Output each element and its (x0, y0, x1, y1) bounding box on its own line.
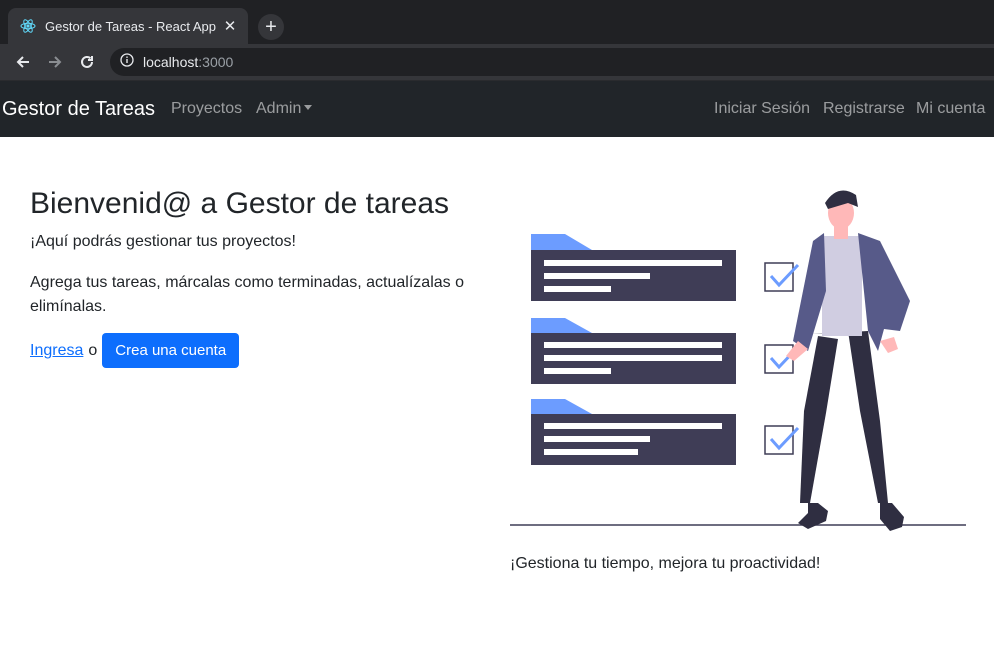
hero-lead: ¡Aquí podrás gestionar tus proyectos! (30, 233, 296, 250)
arrow-right-icon (49, 56, 62, 68)
nav-link-mi-cuenta[interactable]: Mi cuenta (916, 100, 985, 118)
new-tab-button[interactable]: + (258, 14, 284, 40)
url-host: localhost (143, 54, 199, 70)
cta-separator: o (88, 341, 98, 359)
person-figure (786, 190, 910, 531)
nav-link-iniciar-sesion[interactable]: Iniciar Sesión (714, 100, 810, 118)
task-card (531, 234, 736, 301)
forward-button[interactable] (41, 48, 69, 76)
create-account-button[interactable]: Crea una cuenta (102, 333, 240, 368)
address-bar[interactable]: localhost:3000 (110, 48, 994, 76)
login-link[interactable]: Ingresa (30, 342, 83, 360)
task-card (531, 318, 736, 384)
browser-tab[interactable]: Gestor de Tareas - React App ✕ (8, 8, 248, 44)
nav-link-proyectos[interactable]: Proyectos (171, 100, 242, 118)
task-card (531, 399, 736, 465)
react-icon (20, 18, 36, 34)
caret-down-icon (304, 105, 313, 110)
illustration-caption: ¡Gestiona tu tiempo, mejora tu proactivi… (510, 555, 821, 572)
back-button[interactable] (9, 48, 37, 76)
navbar-brand[interactable]: Gestor de Tareas (2, 98, 155, 121)
tab-title: Gestor de Tareas - React App (45, 18, 217, 34)
cta-row: Ingresa o Crea una cuenta (30, 333, 240, 368)
checkbox-checked-icon (764, 425, 800, 455)
app-navbar: Gestor de Tareas Proyectos Admin Iniciar… (0, 81, 994, 137)
close-icon[interactable]: ✕ (222, 17, 238, 35)
reload-button[interactable] (73, 48, 101, 76)
arrow-left-icon (16, 56, 29, 68)
info-icon[interactable] (120, 52, 134, 72)
hero-description: Agrega tus tareas, márcalas como termina… (30, 274, 464, 315)
browser-tabstrip: Gestor de Tareas - React App ✕ + (0, 0, 994, 44)
checkbox-checked-icon (764, 262, 800, 292)
main-content: Bienvenid@ a Gestor de tareas ¡Aquí podr… (0, 137, 994, 661)
page-title: Bienvenid@ a Gestor de tareas (30, 187, 450, 220)
url-port: :3000 (198, 54, 234, 70)
reload-icon (81, 55, 93, 68)
nav-dropdown-admin[interactable]: Admin (256, 100, 313, 118)
nav-link-registrarse[interactable]: Registrarse (823, 100, 905, 118)
nav-admin-label: Admin (256, 100, 302, 117)
plus-icon: + (265, 15, 277, 38)
task-illustration (510, 190, 966, 531)
